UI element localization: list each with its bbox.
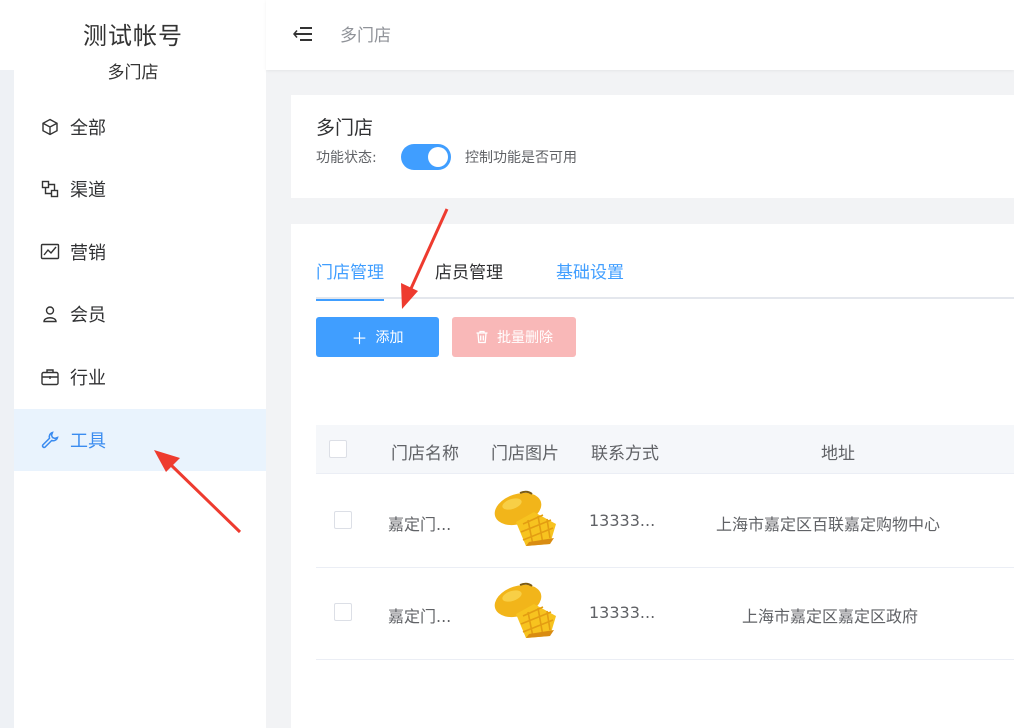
sidebar-item-label: 行业 [70, 368, 106, 389]
status-label: 功能状态: [316, 150, 377, 166]
channel-icon [40, 179, 60, 199]
toggle-description: 控制功能是否可用 [465, 150, 577, 166]
sidebar-item-label: 营销 [70, 243, 106, 264]
sidebar-gutter [0, 70, 14, 728]
batch-delete-label: 批量删除 [497, 330, 553, 346]
contact-cell: 13333... [589, 511, 656, 530]
main-card: 门店管理 店员管理 基础设置 ＋ 添加 批量删除 门店名称 门店图片 联系方式 … [291, 224, 1014, 728]
table-header: 门店名称 门店图片 联系方式 地址 [316, 425, 1014, 474]
chart-icon [40, 242, 60, 262]
feature-toggle[interactable] [401, 144, 451, 170]
sidebar-item-industry[interactable]: 行业 [14, 346, 266, 408]
plus-icon: ＋ [351, 329, 368, 348]
top-bar: 多门店 [266, 0, 1014, 70]
feature-card: 多门店 功能状态: 控制功能是否可用 [291, 95, 1014, 198]
cube-icon [40, 117, 60, 137]
store-name-cell: 嘉定门... [388, 515, 452, 534]
address-cell: 上海市嘉定区百联嘉定购物中心 [716, 515, 941, 534]
sidebar-item-marketing[interactable]: 营销 [14, 221, 266, 283]
account-header: 测试帐号 多门店 [0, 0, 266, 92]
address-cell: 上海市嘉定区嘉定区政府 [742, 607, 919, 626]
row-checkbox[interactable] [334, 511, 352, 529]
column-header-store-name: 门店名称 [391, 444, 459, 464]
mango-image [494, 582, 556, 638]
contact-cell: 13333... [589, 603, 656, 622]
table-row: 嘉定门... 13333... 上海市嘉定区百联嘉定购物中心 [316, 476, 1014, 568]
column-header-address: 地址 [821, 444, 855, 464]
account-name: 测试帐号 [83, 22, 183, 50]
table-row: 嘉定门... 13333... 上海市嘉定区嘉定区政府 [316, 568, 1014, 660]
toggle-knob [428, 147, 448, 167]
user-icon [40, 304, 60, 324]
breadcrumb: 多门店 [340, 26, 391, 46]
tab-store-management[interactable]: 门店管理 [316, 261, 384, 301]
wrench-icon [40, 430, 60, 450]
sidebar-item-tools[interactable]: 工具 [14, 409, 266, 471]
store-name-cell: 嘉定门... [388, 607, 452, 626]
sidebar-item-channel[interactable]: 渠道 [14, 158, 266, 220]
select-all-checkbox[interactable] [329, 440, 347, 458]
sidebar-item-label: 工具 [70, 431, 106, 452]
tab-staff-management[interactable]: 店员管理 [435, 261, 503, 299]
feature-title: 多门店 [316, 117, 374, 139]
briefcase-icon [40, 367, 60, 387]
sidebar-item-all[interactable]: 全部 [14, 96, 266, 158]
sidebar-item-member[interactable]: 会员 [14, 283, 266, 345]
sidebar-item-label: 渠道 [70, 180, 106, 201]
sidebar: 测试帐号 多门店 全部 渠道 营销 会员 行业 工具 [0, 0, 266, 728]
trash-icon [476, 330, 488, 344]
add-button-label: 添加 [375, 330, 404, 346]
batch-delete-button[interactable]: 批量删除 [452, 317, 576, 357]
sidebar-item-label: 全部 [70, 118, 106, 139]
store-name: 多门店 [107, 63, 159, 83]
tab-basic-settings[interactable]: 基础设置 [556, 261, 624, 299]
sidebar-item-label: 会员 [70, 305, 106, 326]
row-checkbox[interactable] [334, 603, 352, 621]
mango-image [494, 490, 556, 546]
add-button[interactable]: ＋ 添加 [316, 317, 439, 357]
menu-fold-icon[interactable] [292, 24, 314, 44]
tab-bar: 门店管理 店员管理 基础设置 [316, 261, 1014, 301]
column-header-contact: 联系方式 [591, 444, 659, 464]
column-header-store-image: 门店图片 [491, 444, 559, 464]
